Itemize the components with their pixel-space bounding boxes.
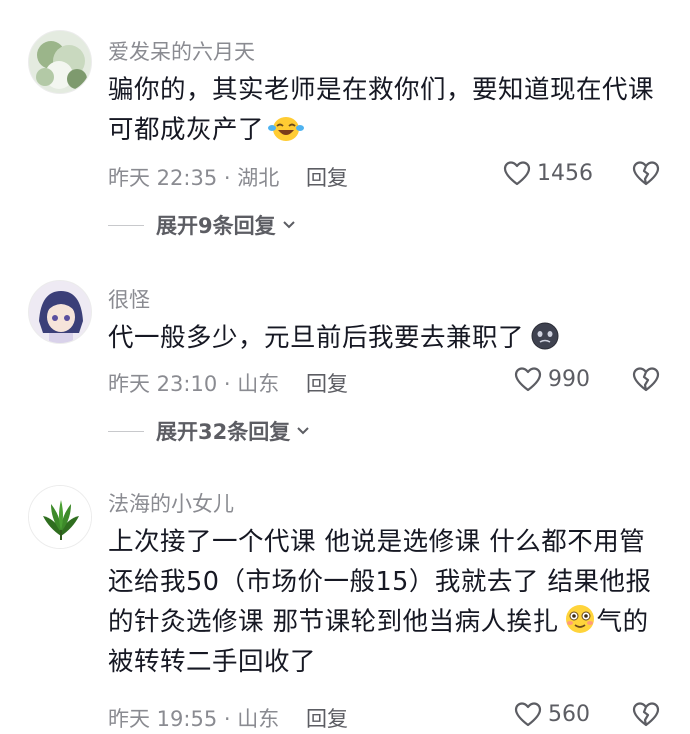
comment-text-line: 骗你的，其实老师是在救你们，要知道现在代课 xyxy=(108,75,655,105)
chevron-down-icon xyxy=(282,221,295,229)
location: 湖北 xyxy=(237,166,280,190)
expand-replies-label: 展开32条回复 xyxy=(156,420,291,444)
heart-icon xyxy=(514,367,542,392)
comment-text-line: 可都成灰产了 xyxy=(108,110,668,150)
heart-icon xyxy=(514,702,542,727)
avatar-image xyxy=(29,31,91,93)
username[interactable]: 法海的小女儿 xyxy=(108,488,234,518)
avatar[interactable] xyxy=(28,30,92,94)
laughing-tears-emoji-icon xyxy=(268,117,305,141)
like-count: 990 xyxy=(548,366,590,392)
timestamp: 昨天 23:10 xyxy=(108,372,218,396)
reply-button[interactable]: 回复 xyxy=(306,368,348,398)
comment-text-line: 代一般多少，元旦前后我要去兼职了 xyxy=(108,318,668,358)
avatar-image xyxy=(29,281,91,343)
comment-meta: 昨天 19:55 · 山东 xyxy=(108,707,280,731)
username[interactable]: 爱发呆的六月天 xyxy=(108,36,255,66)
avatar[interactable] xyxy=(28,485,92,549)
divider xyxy=(108,224,144,226)
comment-meta: 昨天 22:35 · 湖北 xyxy=(108,166,280,190)
expand-replies-button[interactable]: 展开9条回复 xyxy=(108,210,296,240)
avatar[interactable] xyxy=(28,280,92,344)
comment-text: 上次接了一个代课 他说是选修课 什么都不用管 还给我50（市场价一般15）我就去… xyxy=(108,522,668,682)
like-count: 560 xyxy=(548,701,590,727)
comment-text-line: 上次接了一个代课 他说是选修课 什么都不用管 xyxy=(108,527,646,557)
timestamp: 昨天 22:35 xyxy=(108,166,218,190)
avatar-image xyxy=(29,486,91,548)
username[interactable]: 很怪 xyxy=(108,284,150,314)
like-button[interactable]: 1456 xyxy=(503,160,593,186)
broken-heart-icon xyxy=(632,161,660,186)
dislike-button[interactable] xyxy=(632,366,660,396)
dislike-button[interactable] xyxy=(632,160,660,190)
heart-icon xyxy=(503,161,531,186)
location: 山东 xyxy=(237,707,280,731)
divider xyxy=(108,430,144,432)
expand-replies-label: 展开9条回复 xyxy=(156,214,276,238)
like-count: 1456 xyxy=(537,160,593,186)
smile-blush-emoji-icon xyxy=(565,605,594,633)
dark-face-emoji-icon xyxy=(531,322,559,350)
comment-text: 代一般多少，元旦前后我要去兼职了 xyxy=(108,318,668,358)
comment-meta: 昨天 23:10 · 山东 xyxy=(108,372,280,396)
like-button[interactable]: 560 xyxy=(514,701,590,727)
broken-heart-icon xyxy=(632,702,660,727)
expand-replies-button[interactable]: 展开32条回复 xyxy=(108,416,310,446)
reply-button[interactable]: 回复 xyxy=(306,703,348,733)
comment-text-line: 的针灸选修课 那节课轮到他当病人挨扎 气的 xyxy=(108,602,668,642)
comment-text-line: 被转转二手回收了 xyxy=(108,647,317,677)
timestamp: 昨天 19:55 xyxy=(108,707,218,731)
like-button[interactable]: 990 xyxy=(514,366,590,392)
comment-text-line: 还给我50（市场价一般15）我就去了 结果他报 xyxy=(108,567,652,597)
dislike-button[interactable] xyxy=(632,701,660,731)
reply-button[interactable]: 回复 xyxy=(306,162,348,192)
chevron-down-icon xyxy=(297,427,309,435)
comment-text: 骗你的，其实老师是在救你们，要知道现在代课 可都成灰产了 xyxy=(108,70,668,150)
broken-heart-icon xyxy=(632,367,660,392)
location: 山东 xyxy=(237,372,280,396)
